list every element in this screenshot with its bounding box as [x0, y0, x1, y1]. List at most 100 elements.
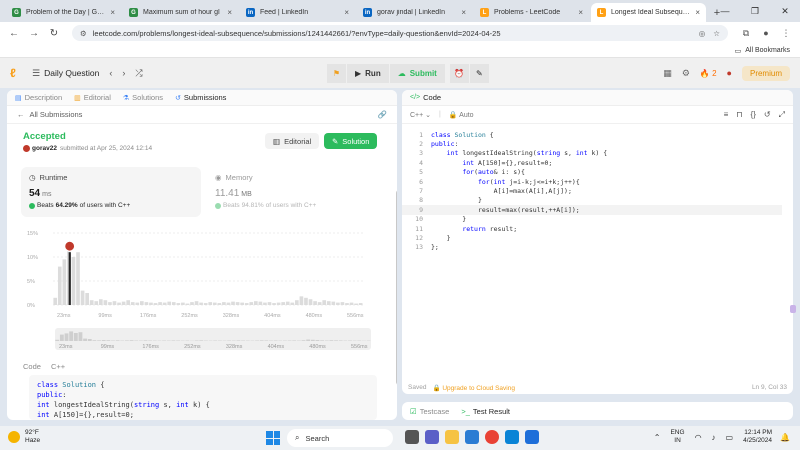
chart-bar[interactable]	[181, 302, 185, 305]
chart-bar[interactable]	[103, 300, 108, 305]
layout-icon[interactable]: ▦	[663, 68, 672, 79]
tab-description[interactable]: ▤ Description	[15, 93, 62, 102]
chart-bar[interactable]	[94, 301, 99, 305]
chart-bar[interactable]	[62, 259, 67, 305]
chart-bar[interactable]	[317, 302, 322, 305]
chart-bar[interactable]	[281, 302, 285, 305]
chart-bar[interactable]	[308, 299, 313, 305]
chart-bar[interactable]	[240, 302, 244, 305]
editorial-button[interactable]: ▥ Editorial	[265, 133, 320, 149]
chart-bar[interactable]	[140, 301, 144, 305]
all-bookmarks-link[interactable]: All Bookmarks	[745, 47, 790, 54]
autocomplete-toggle[interactable]: 🔒 Auto	[449, 111, 474, 119]
notes-icon[interactable]: ✎	[469, 63, 489, 83]
chart-bar[interactable]	[326, 301, 331, 305]
chart-bar[interactable]	[57, 266, 62, 305]
url-input[interactable]: ⚙ leetcode.com/problems/longest-ideal-su…	[72, 25, 728, 41]
browser-tab[interactable]: G Problem of the Day | Geeks ×	[6, 3, 121, 22]
streak-counter[interactable]: 🔥 2	[700, 69, 717, 78]
reset-icon[interactable]: ↺	[764, 110, 771, 120]
chart-bar[interactable]	[331, 301, 336, 305]
chart-bar[interactable]	[53, 297, 58, 305]
store-icon[interactable]	[465, 430, 479, 444]
browser-tab[interactable]: G Maximum sum of hour gl ×	[123, 3, 238, 22]
weather-widget[interactable]: 92°F Haze	[8, 429, 40, 445]
chart-bar[interactable]	[263, 302, 267, 305]
folder-icon[interactable]	[445, 430, 459, 444]
chart-bar[interactable]	[272, 303, 276, 305]
code-tab[interactable]: Code	[423, 93, 441, 102]
chart-bar[interactable]	[295, 300, 299, 305]
chart-bar[interactable]	[231, 301, 235, 305]
chart-bar[interactable]	[267, 302, 272, 305]
chart-bar[interactable]	[126, 300, 130, 305]
input-language[interactable]: ENG IN	[670, 429, 684, 445]
runtime-distribution-chart[interactable]: 15% 10% 5% 0% 23ms 99ms 176ms 252ms 328ms 404ms 48…	[23, 225, 373, 320]
chart-bar[interactable]	[98, 299, 103, 305]
app-icon[interactable]	[505, 430, 519, 444]
chart-bar[interactable]	[249, 302, 254, 305]
chart-bar[interactable]	[253, 301, 258, 305]
chrome-icon[interactable]	[485, 430, 499, 444]
close-icon[interactable]: ×	[227, 8, 232, 17]
clock[interactable]: 12:14 PM 4/25/2024	[743, 429, 772, 445]
close-icon[interactable]: ×	[110, 8, 115, 17]
chart-bar[interactable]	[171, 302, 176, 305]
username[interactable]: gorav22	[32, 145, 57, 152]
editor-line[interactable]: 3 int longestIdealString(string s, int k…	[402, 149, 782, 158]
submit-button[interactable]: ☁ Submit	[389, 63, 445, 83]
run-button[interactable]: ▶ Run	[347, 63, 389, 83]
chart-bar[interactable]	[176, 303, 181, 305]
close-icon[interactable]: ×	[344, 8, 349, 17]
file-explorer-icon[interactable]	[405, 430, 419, 444]
editor-line[interactable]: 4 int A[150]={},result=0;	[402, 158, 782, 167]
chart-bar[interactable]	[345, 303, 349, 305]
windows-start-icon[interactable]	[266, 431, 280, 445]
volume-icon[interactable]: ♪	[712, 433, 716, 442]
teams-icon[interactable]	[425, 430, 439, 444]
chart-bar[interactable]	[258, 301, 263, 305]
daily-question-link[interactable]: Daily Question	[44, 68, 99, 78]
app-icon[interactable]	[525, 430, 539, 444]
braces-icon[interactable]: {}	[751, 110, 756, 120]
back-icon[interactable]: ←	[6, 28, 22, 39]
editor-line[interactable]: 11 return result;	[402, 224, 782, 233]
chart-bar[interactable]	[354, 303, 358, 305]
eye-off-icon[interactable]: ◎	[699, 29, 706, 38]
chart-bar[interactable]	[340, 302, 345, 305]
chart-bar[interactable]	[226, 302, 231, 305]
chart-bar[interactable]	[208, 302, 213, 305]
chart-bar[interactable]	[199, 302, 203, 305]
maximize-icon[interactable]: ❐	[740, 0, 770, 22]
close-icon[interactable]: ×	[461, 8, 466, 17]
extensions-icon[interactable]: ⧉	[738, 28, 754, 39]
chart-bar[interactable]	[89, 300, 94, 305]
leetcode-logo-icon[interactable]: ℓ	[10, 66, 22, 80]
chart-bar[interactable]	[76, 252, 80, 305]
chart-bar[interactable]	[108, 302, 112, 305]
user-avatar[interactable]: ●	[727, 68, 732, 78]
site-info-icon[interactable]: ⚙	[80, 29, 87, 38]
browser-tab[interactable]: in Feed | LinkedIn ×	[240, 3, 355, 22]
chart-bar[interactable]	[153, 303, 158, 305]
premium-button[interactable]: Premium	[741, 65, 790, 81]
taskbar-search[interactable]: ⌕ Search	[287, 429, 393, 447]
chart-bar[interactable]	[322, 300, 327, 305]
format-icon[interactable]: ≡	[724, 110, 729, 120]
profile-avatar[interactable]: ●	[758, 28, 774, 38]
forward-icon[interactable]: →	[26, 28, 42, 39]
shuffle-icon[interactable]: ⤮	[135, 68, 142, 79]
chart-bar[interactable]	[313, 301, 317, 305]
timer-icon[interactable]: ⏰	[449, 63, 469, 83]
close-window-icon[interactable]: ✕	[770, 0, 800, 22]
chart-bar[interactable]	[349, 302, 354, 305]
chart-bar[interactable]	[276, 302, 281, 305]
left-scrollbar[interactable]	[396, 190, 397, 385]
wifi-icon[interactable]: ◠	[695, 433, 702, 442]
chart-bar[interactable]	[194, 301, 199, 305]
close-icon[interactable]: ×	[695, 8, 700, 17]
chart-range-slider[interactable]: 23ms 99ms 176ms 252ms 328ms 404ms 480ms 556ms	[55, 328, 371, 350]
editor-line[interactable]: 7 A[i]=max(A[i],A[j]);	[402, 186, 782, 195]
chart-bar[interactable]	[80, 290, 85, 305]
chart-bar-highlight[interactable]	[68, 252, 71, 305]
